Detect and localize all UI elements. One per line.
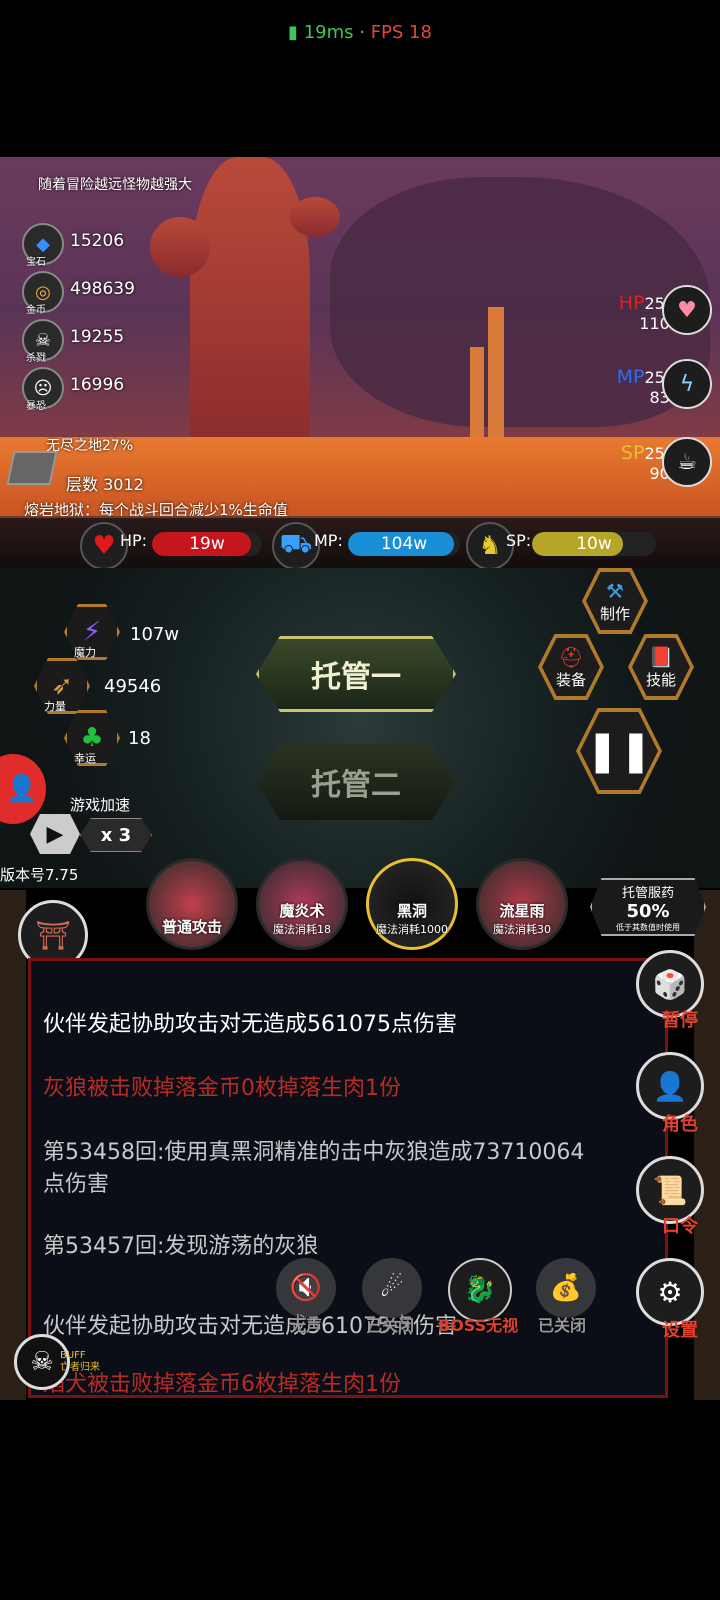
auto-mode-1-button[interactable]: 托管一 xyxy=(256,636,456,712)
tip-text: 随着冒险越远怪物越强大 xyxy=(38,177,192,193)
hp-potion-icon[interactable]: ♥ xyxy=(662,285,712,335)
log-line: 第53458回:使用真黑洞精准的击中灰狼造成73710064点伤害 xyxy=(43,1140,585,1197)
dice-icon: 🎲 xyxy=(652,967,688,1001)
sp-potion-icon[interactable]: ☕ xyxy=(662,437,712,487)
equip-button[interactable]: ⛑ 装备 xyxy=(538,634,604,700)
skill-meteor[interactable]: 流星雨 魔法消耗30 xyxy=(476,858,568,950)
resource-gold: ◎ 金币 498639 xyxy=(22,271,162,316)
log-line: 伙伴发起协助攻击对无造成561075点伤害 xyxy=(43,1314,457,1339)
skill-black-hole[interactable]: 黑洞 魔法消耗1000 xyxy=(366,858,458,950)
scroll-icon: 📜 xyxy=(652,1173,688,1207)
vital-bars: ♥ HP: 19w ⛟ MP: 104w ♞ SP: 10w xyxy=(0,516,720,570)
craft-button[interactable]: ⚒ 制作 xyxy=(582,568,648,634)
play-icon: ▶ xyxy=(46,821,64,847)
nav-bar-area xyxy=(0,1400,720,1600)
speed-title: 游戏加速 xyxy=(70,796,131,814)
dragon-icon: 🐉 xyxy=(463,1275,497,1305)
ping-text: 19ms xyxy=(303,22,354,43)
log-line: 灰狼被击败掉落金币0枚掉落生肉1份 xyxy=(43,1076,401,1101)
pause-icon: ❚❚ xyxy=(585,728,653,774)
shop-icon: ⛩ xyxy=(35,918,71,952)
mp-icon: ⛟ xyxy=(272,522,320,570)
resource-terror: ☹ 暴恐 16996 xyxy=(22,367,162,412)
battle-scene: 随着冒险越远怪物越强大 ◆ 宝石 15206 ◎ 金币 498639 ☠ 杀戮 … xyxy=(0,157,720,537)
log-line: 焰犬被击败掉落金币6枚掉落生肉1份 xyxy=(43,1372,401,1397)
mute-toggle[interactable]: 🔇 xyxy=(276,1258,336,1318)
log-line: 伙伴发起协助攻击对无造成561075点伤害 xyxy=(43,1012,457,1037)
hooded-figure-icon: 👤 xyxy=(652,1069,688,1103)
skill-button[interactable]: 📕 技能 xyxy=(628,634,694,700)
sp-bar: 10w xyxy=(532,532,656,556)
comet-icon: ☄ xyxy=(380,1273,404,1303)
resource-kills: ☠ 杀戮 19255 xyxy=(22,319,162,364)
buff-label: BUFF 亡者归来 xyxy=(60,1350,100,1373)
mp-potion-icon[interactable]: ϟ xyxy=(662,359,712,409)
speed-play-button[interactable]: ▶ xyxy=(30,814,80,854)
user-icon[interactable]: 👤 xyxy=(0,754,46,824)
log-line: 第53457回:发现游荡的灰狼 xyxy=(43,1234,319,1259)
fps-text: FPS 18 xyxy=(370,22,432,43)
magic-value: 107w xyxy=(130,624,180,645)
status-bar: ▮ 19ms · FPS 18 xyxy=(0,0,720,160)
floor-icon xyxy=(6,451,58,485)
network-indicator: ▮ 19ms · FPS 18 xyxy=(288,22,432,43)
floor-count: 层数 3012 xyxy=(66,475,144,494)
version-text: 版本号7.75 xyxy=(0,866,79,884)
signal-icon: ▮ xyxy=(288,22,298,43)
mp-bar: 104w xyxy=(348,532,460,556)
book-icon: 📕 xyxy=(648,644,674,669)
zone-progress: 无尽之地27% xyxy=(46,438,134,454)
mute-icon: 🔇 xyxy=(289,1273,323,1303)
luck-value: 18 xyxy=(128,728,151,749)
hp-bar: 19w xyxy=(152,532,262,556)
skill-normal-attack[interactable]: 普通攻击 xyxy=(146,858,238,950)
resource-gem: ◆ 宝石 15206 xyxy=(22,223,162,268)
auto-mode-2-button[interactable]: 托管二 xyxy=(256,744,456,820)
hammer-icon: ⚒ xyxy=(606,578,624,603)
gear-icon: ⚙ xyxy=(657,1275,683,1309)
auto-potion-setting[interactable]: 托管服药 50% 低于其数值时使用 xyxy=(590,878,706,936)
speed-multiplier[interactable]: x 3 xyxy=(80,818,152,852)
loot-toggle[interactable]: 💰 xyxy=(536,1258,596,1318)
skill-flame[interactable]: 魔炎术 魔法消耗18 xyxy=(256,858,348,950)
control-panel: ⚡ 魔力 107w ➶ 力量 49546 ♣ 幸运 18 👤 游戏加速 ▶ x … xyxy=(0,568,720,888)
pause-game-button[interactable]: ❚❚ xyxy=(576,708,662,794)
helmet-icon: ⛑ xyxy=(558,644,584,669)
money-bag-icon: 💰 xyxy=(549,1273,583,1303)
strength-value: 49546 xyxy=(104,676,162,697)
meteor-toggle[interactable]: ☄ xyxy=(362,1258,422,1318)
